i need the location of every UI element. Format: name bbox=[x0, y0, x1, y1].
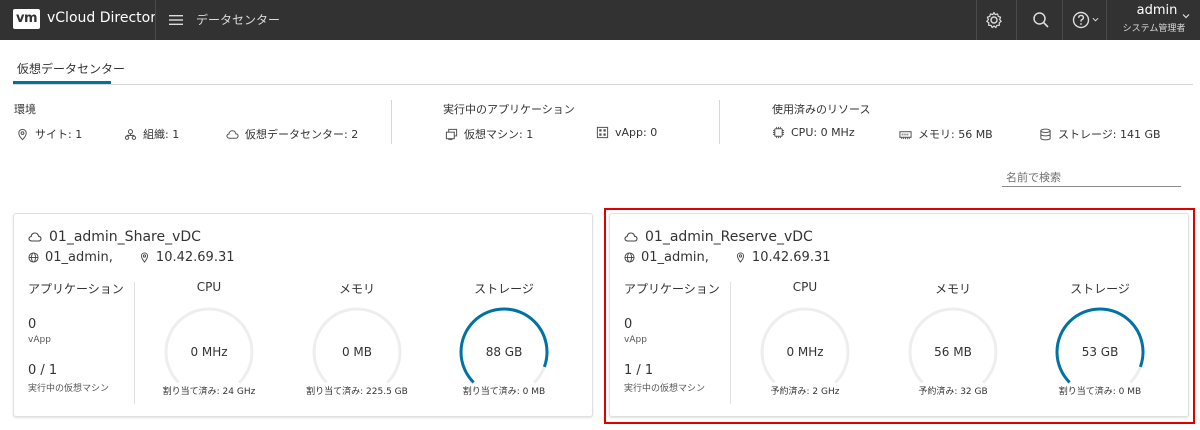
vdc-meta: 01_admin, 10.42.69.31 bbox=[28, 250, 235, 265]
memory-gauge-subtext: 予約済み: 32 GB bbox=[918, 387, 988, 397]
search-by-name-input[interactable] bbox=[1002, 169, 1181, 187]
summary-vapp-text: vApp: 0 bbox=[615, 126, 658, 139]
vmware-logo[interactable]: vm bbox=[13, 9, 40, 29]
storage-gauge-value: 53 GB bbox=[1082, 345, 1119, 359]
globe-icon bbox=[624, 252, 635, 263]
memory-gauge-title: メモリ bbox=[338, 282, 375, 296]
nav-datacenter[interactable]: データセンター bbox=[196, 11, 280, 28]
cloud-icon bbox=[28, 232, 42, 242]
memory-gauge-value: 56 MB bbox=[934, 345, 972, 359]
header-divider bbox=[1016, 0, 1017, 40]
location-pin-icon bbox=[140, 252, 148, 263]
header-divider bbox=[1062, 0, 1063, 40]
memory-gauge-title: メモリ bbox=[934, 282, 971, 296]
chevron-down-icon[interactable] bbox=[1092, 16, 1099, 23]
storage-gauge-subtext: 割り当て済み: 0 MB bbox=[1058, 387, 1142, 397]
help-icon[interactable] bbox=[1071, 10, 1091, 30]
card-divider bbox=[730, 282, 731, 404]
summary-site: サイト: 1 bbox=[16, 126, 82, 142]
location-pin-icon bbox=[18, 128, 27, 140]
summary-vm-text: 仮想マシン: 1 bbox=[464, 128, 534, 141]
tab-baseline bbox=[13, 84, 1193, 85]
vdc-card-title[interactable]: 01_admin_Share_vDC bbox=[28, 229, 201, 245]
cpu-gauge-subtext: 予約済み: 2 GHz bbox=[770, 387, 840, 397]
vdc-card[interactable]: 01_admin_Reserve_vDC 01_admin, 10.42.69.… bbox=[609, 213, 1189, 417]
memory-gauge-value: 0 MB bbox=[342, 345, 372, 359]
header-divider bbox=[1106, 0, 1107, 40]
vdc-name: 01_admin_Share_vDC bbox=[49, 229, 201, 245]
chevron-down-icon[interactable] bbox=[1182, 12, 1190, 20]
summary-divider bbox=[391, 100, 392, 144]
memory-gauge-subtext: 割り当て済み: 225.5 GB bbox=[306, 387, 408, 397]
applications-heading: アプリケーション bbox=[28, 282, 124, 296]
summary-site-text: サイト: 1 bbox=[35, 128, 83, 141]
vapp-count: 0 bbox=[28, 317, 37, 332]
applications-heading: アプリケーション bbox=[624, 282, 720, 296]
summary-storage: ストレージ: 141 GB bbox=[1039, 126, 1161, 142]
storage-gauge-title: ストレージ bbox=[1070, 282, 1130, 296]
running-vm-count: 1 / 1 bbox=[624, 363, 654, 378]
cpu-gauge-subtext: 割り当て済み: 24 GHz bbox=[162, 387, 256, 397]
summary-vapp: vApp: 0 bbox=[596, 126, 657, 139]
top-header: vm vCloud Director データセンター admin システム管理者 bbox=[0, 0, 1200, 40]
storage-gauge-value: 88 GB bbox=[486, 345, 523, 359]
summary-memory-text: メモリ: 56 MB bbox=[918, 128, 993, 141]
location-pin-icon bbox=[736, 252, 744, 263]
summary-cpu: CPU: 0 MHz bbox=[772, 126, 855, 139]
summary-environment-title: 環境 bbox=[14, 103, 36, 116]
vdc-ip: 10.42.69.31 bbox=[155, 250, 235, 265]
header-divider bbox=[976, 0, 977, 40]
summary-resources-title: 使用済みのリソース bbox=[772, 103, 871, 116]
running-vm-label: 実行中の仮想マシン bbox=[28, 384, 110, 394]
vapp-label: vApp bbox=[624, 335, 647, 345]
cpu-icon bbox=[772, 126, 785, 139]
storage-gauge-title: ストレージ bbox=[474, 282, 534, 296]
card-divider bbox=[134, 282, 135, 404]
memory-icon bbox=[899, 130, 912, 139]
cpu-gauge-title: CPU bbox=[196, 280, 222, 294]
app-title[interactable]: vCloud Director bbox=[47, 10, 156, 26]
cloud-icon bbox=[624, 232, 638, 242]
virtual-machine-icon bbox=[445, 128, 458, 140]
vdc-meta: 01_admin, 10.42.69.31 bbox=[624, 250, 831, 265]
cpu-gauge-value: 0 MHz bbox=[190, 345, 227, 359]
vdc-card-title[interactable]: 01_admin_Reserve_vDC bbox=[624, 229, 813, 245]
vdc-ip: 10.42.69.31 bbox=[751, 250, 831, 265]
summary-org: 組織: 1 bbox=[124, 126, 179, 142]
vapp-icon bbox=[596, 126, 609, 139]
hamburger-menu-icon[interactable] bbox=[168, 12, 184, 28]
vapp-count: 0 bbox=[624, 317, 633, 332]
summary-vdc: 仮想データセンター: 2 bbox=[226, 126, 358, 142]
vdc-org: 01_admin, bbox=[641, 250, 709, 265]
running-vm-count: 0 / 1 bbox=[28, 363, 58, 378]
user-role[interactable]: システム管理者 bbox=[1118, 21, 1190, 34]
summary-storage-text: ストレージ: 141 GB bbox=[1058, 128, 1161, 141]
summary-running-apps-title: 実行中のアプリケーション bbox=[443, 103, 575, 116]
search-icon[interactable] bbox=[1031, 10, 1051, 30]
storage-icon bbox=[1040, 128, 1051, 140]
running-vm-label: 実行中の仮想マシン bbox=[624, 384, 706, 394]
cpu-gauge-value: 0 MHz bbox=[786, 345, 823, 359]
summary-divider bbox=[719, 100, 720, 144]
gear-icon[interactable] bbox=[984, 10, 1004, 30]
vapp-label: vApp bbox=[28, 335, 51, 345]
header-divider bbox=[155, 0, 156, 40]
summary-vm: 仮想マシン: 1 bbox=[445, 126, 533, 142]
summary-cpu-text: CPU: 0 MHz bbox=[791, 126, 855, 139]
summary-memory: メモリ: 56 MB bbox=[899, 126, 993, 142]
vdc-card[interactable]: 01_admin_Share_vDC 01_admin, 10.42.69.31… bbox=[13, 213, 593, 417]
cpu-gauge-title: CPU bbox=[792, 280, 818, 294]
organization-icon bbox=[124, 128, 137, 140]
vdc-name: 01_admin_Reserve_vDC bbox=[645, 229, 813, 245]
globe-icon bbox=[28, 252, 39, 263]
summary-org-text: 組織: 1 bbox=[143, 128, 180, 141]
storage-gauge-subtext: 割り当て済み: 0 MB bbox=[462, 387, 546, 397]
vdc-org: 01_admin, bbox=[45, 250, 113, 265]
cloud-icon bbox=[226, 129, 239, 139]
user-name[interactable]: admin bbox=[1125, 3, 1189, 18]
summary-vdc-text: 仮想データセンター: 2 bbox=[245, 128, 359, 141]
